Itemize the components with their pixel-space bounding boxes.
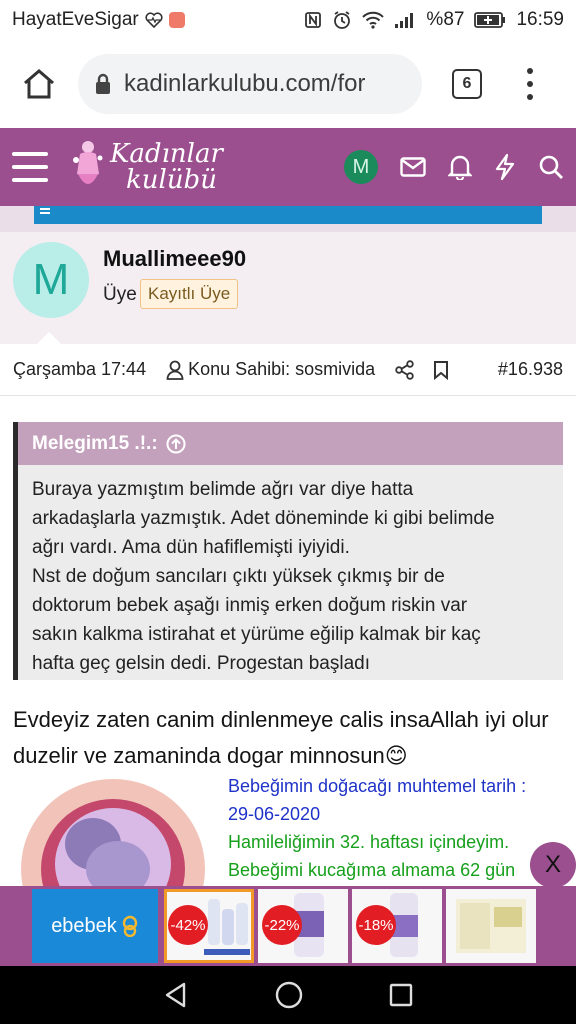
hamburger-menu-button[interactable] xyxy=(12,152,48,182)
ad-close-button[interactable]: X xyxy=(530,842,576,888)
logo-text-line1: Kadınlar xyxy=(110,139,223,169)
ebebek-logo[interactable]: ebebek xyxy=(32,889,158,963)
lightning-icon[interactable] xyxy=(494,153,516,181)
pregnancy-ticker[interactable]: Bebeğimin doğacağı muhtemel tarih : 29-0… xyxy=(228,772,568,884)
carrier-name: HayatEveSigar xyxy=(12,9,139,30)
nav-strip xyxy=(0,206,576,232)
system-nav-bar xyxy=(0,966,576,1024)
signal-icon xyxy=(395,13,414,28)
ticker-due-label: Bebeğimin doğacağı muhtemel tarih : xyxy=(228,776,527,796)
menu-dot xyxy=(527,80,533,87)
bell-icon[interactable] xyxy=(448,154,472,180)
overflow-menu-button[interactable] xyxy=(520,64,540,104)
post-meta-row: Çarşamba 17:44 Konu Sahibi: sosmivida #1… xyxy=(0,344,576,396)
thread-owner-text: Konu Sahibi: sosmivida xyxy=(188,359,376,379)
tab-switcher-button[interactable]: 6 xyxy=(452,69,482,99)
alarm-icon xyxy=(334,11,351,29)
smile-emoji: 😊 xyxy=(384,743,408,768)
quote-author: Melegim15 .!.: xyxy=(32,432,158,454)
blue-banner xyxy=(34,206,542,224)
menu-dot xyxy=(527,94,533,101)
user-badge: Kayıtlı Üye xyxy=(140,279,239,309)
quote-line: arkadaşlarla yazmıştık. Adet döneminde k… xyxy=(32,508,495,529)
discount-badge: -42% xyxy=(168,905,208,945)
clock: 16:59 xyxy=(516,9,564,30)
ad-product-tile[interactable] xyxy=(446,889,536,963)
back-icon[interactable] xyxy=(162,981,190,1009)
envelope-icon[interactable] xyxy=(400,157,426,177)
site-header: Kadınlar kulübü M xyxy=(0,128,576,206)
post-user-box: M Muallimeee90 Üye Kayıtlı Üye xyxy=(0,232,576,344)
quote-body: Buraya yazmıştım belimde ağrı var diye h… xyxy=(18,465,563,688)
quote-line: Nst de doğum sancıları çıktı yüksek çıkm… xyxy=(32,566,445,587)
wifi-icon xyxy=(362,11,385,29)
status-bar: HayatEveSigar %87 16:59 xyxy=(0,0,576,40)
quote-line: ağrı vardı. Ama dün hafiflemişti iyiyidi… xyxy=(32,537,350,558)
discount-badge: -22% xyxy=(262,905,302,945)
user-avatar-button[interactable]: M xyxy=(344,150,378,184)
quote-line: Buraya yazmıştım belimde ağrı var diye h… xyxy=(32,479,414,500)
arrow-up-circle-icon[interactable] xyxy=(166,434,186,454)
heart-pulse-icon xyxy=(145,12,163,28)
recents-icon[interactable] xyxy=(388,982,414,1008)
quote-line: doktorum bebek aşağı inmiş erken doğum r… xyxy=(32,595,468,616)
ad-banner[interactable]: ebebek -42% -22% -18% xyxy=(0,886,576,966)
lock-icon xyxy=(96,73,110,94)
logo-text-line2: kulübü xyxy=(126,165,217,195)
browser-toolbar: kadinlarkulubu.com/for 6 xyxy=(0,40,576,128)
ad-product-tile[interactable]: -22% xyxy=(258,889,348,963)
logo-figure-icon xyxy=(73,141,103,184)
site-logo[interactable]: Kadınlar kulübü xyxy=(68,135,223,199)
share-icon[interactable] xyxy=(395,359,415,380)
post-username[interactable]: Muallimeee90 xyxy=(103,246,246,272)
search-icon[interactable] xyxy=(538,154,564,180)
product-box-image xyxy=(456,899,526,953)
post-message: Evdeyiz zaten canim dinlenmeye calis ins… xyxy=(13,702,565,774)
battery-charging-icon xyxy=(474,12,506,28)
ad-product-tile[interactable]: -18% xyxy=(352,889,442,963)
url-text: kadinlarkulubu.com/for xyxy=(124,70,366,97)
post-date[interactable]: Çarşamba 17:44 xyxy=(13,359,146,380)
post-number[interactable]: #16.938 xyxy=(498,359,563,380)
home-icon xyxy=(24,69,54,99)
post-user-role: Üye xyxy=(103,284,137,305)
ebebek-mark-icon xyxy=(122,915,138,937)
thread-owner-label: Konu Sahibi: sosmivida xyxy=(166,359,375,380)
quote-line: sakın kalkma istirahat et yürüme eğilip … xyxy=(32,624,481,645)
post-avatar[interactable]: M xyxy=(13,242,89,318)
quote-block: Melegim15 .!.: Buraya yazmıştım belimde … xyxy=(13,422,563,680)
home-button[interactable] xyxy=(14,59,64,109)
pregnancy-ticker-image xyxy=(18,774,218,886)
quote-header[interactable]: Melegim15 .!.: xyxy=(18,422,563,465)
battery-percent: %87 xyxy=(426,9,465,30)
home-circle-icon[interactable] xyxy=(274,980,304,1010)
app-notification-icon xyxy=(168,12,185,28)
nfc-icon xyxy=(305,12,322,28)
ticker-week: Hamileliğimin 32. haftası içindeyim. xyxy=(228,832,510,852)
discount-badge: -18% xyxy=(356,905,396,945)
url-field[interactable]: kadinlarkulubu.com/for xyxy=(78,54,422,114)
user-icon xyxy=(166,360,184,380)
bookmark-icon[interactable] xyxy=(433,360,449,380)
quote-line: hafta geç gelsin dedi. Progestan başladı xyxy=(32,653,371,674)
ad-brand: ebebek xyxy=(51,914,117,937)
ticker-due-date: 29-06-2020 xyxy=(228,804,321,824)
menu-dot xyxy=(527,67,533,74)
user-box-caret xyxy=(37,332,61,344)
post-message-text: Evdeyiz zaten canim dinlenmeye calis ins… xyxy=(13,707,549,768)
ad-product-tile[interactable]: -42% xyxy=(164,889,254,963)
ticker-days-left: Bebeğimi kucağıma almama 62 gün xyxy=(228,860,516,880)
